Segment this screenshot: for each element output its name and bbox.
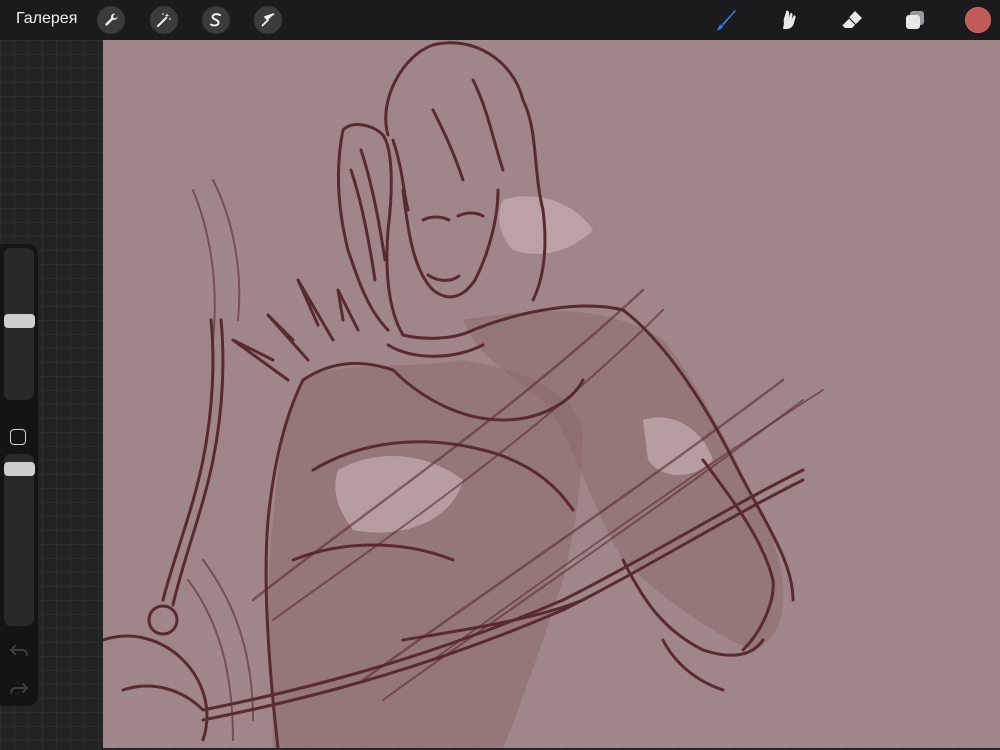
color-picker-swatch[interactable]: [965, 7, 991, 33]
selection-button[interactable]: [202, 6, 230, 34]
layers-icon: [906, 11, 924, 29]
top-toolbar: Галерея: [0, 0, 1000, 40]
adjustments-button[interactable]: [150, 6, 178, 34]
wrench-icon: [105, 13, 118, 26]
square-modifier-icon[interactable]: [10, 429, 26, 445]
layers-button[interactable]: [901, 6, 929, 34]
arrow-cursor-icon: [261, 13, 275, 27]
brush-size-thumb[interactable]: [4, 314, 35, 329]
redo-icon[interactable]: [9, 678, 29, 698]
opacity-slider[interactable]: [4, 454, 34, 626]
artwork: [103, 40, 1000, 748]
brush-tool-button[interactable]: [712, 6, 740, 34]
selection-s-icon: [210, 13, 221, 27]
brush-sidebar: [0, 244, 38, 706]
undo-icon[interactable]: [9, 640, 29, 660]
actions-button[interactable]: [97, 6, 125, 34]
magic-wand-icon: [157, 13, 171, 27]
opacity-thumb[interactable]: [4, 461, 35, 476]
eraser-icon: [841, 11, 862, 28]
smudge-finger-icon: [783, 10, 796, 29]
brush-icon: [716, 10, 736, 31]
transform-button[interactable]: [254, 6, 282, 34]
gallery-button[interactable]: Галерея: [16, 10, 77, 28]
smudge-tool-button[interactable]: [775, 6, 803, 34]
drawing-canvas[interactable]: [103, 40, 1000, 748]
eraser-tool-button[interactable]: [838, 6, 866, 34]
